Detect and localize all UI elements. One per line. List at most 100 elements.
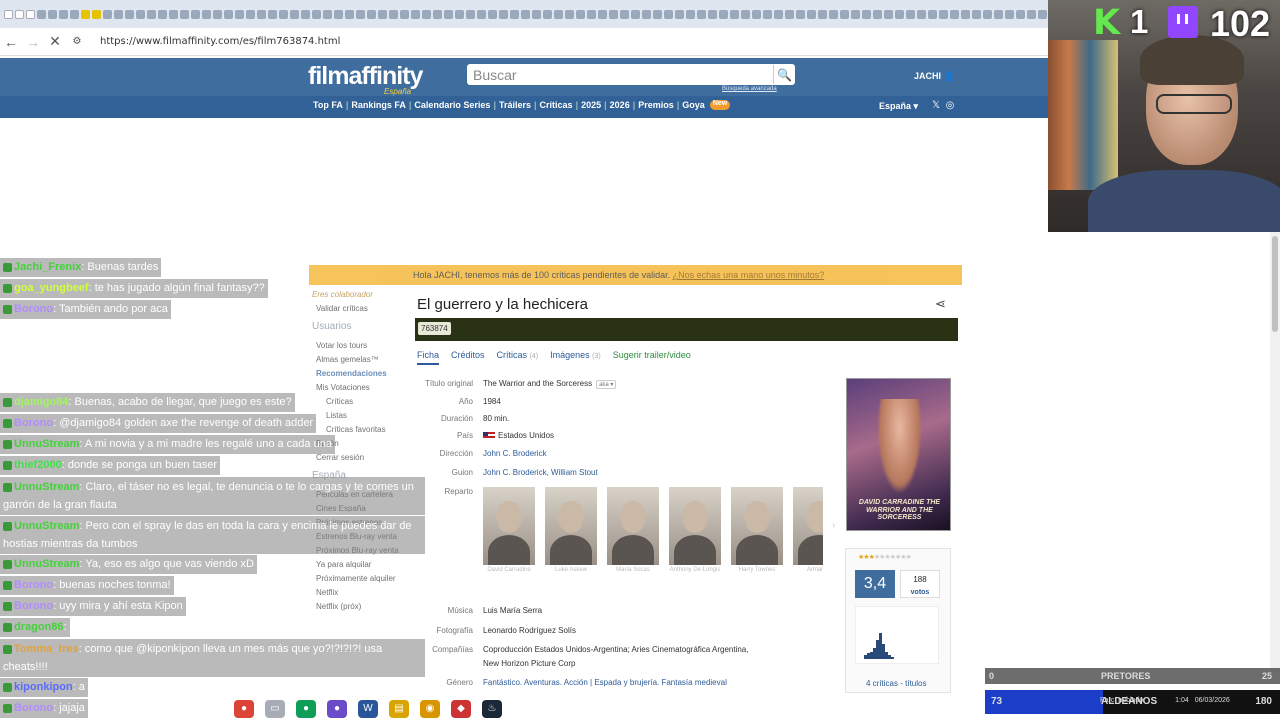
browser-tab-icon[interactable] — [895, 9, 904, 19]
browser-tab-icon[interactable] — [345, 9, 354, 19]
browser-tab-icon[interactable] — [499, 9, 508, 19]
instagram-icon[interactable]: ◎ — [946, 100, 955, 111]
nav-item[interactable]: Rankings FA — [348, 100, 409, 110]
user-menu[interactable]: JACHI 👤 — [914, 71, 955, 82]
chat-username[interactable]: Borono — [14, 600, 53, 612]
browser-tab-icon[interactable] — [367, 9, 376, 19]
browser-tab-icon[interactable] — [796, 9, 805, 19]
cast-member[interactable]: Armando — [793, 487, 823, 592]
chat-username[interactable]: Borono — [14, 702, 53, 714]
browser-tab-icon[interactable] — [356, 9, 365, 19]
browser-tab-icon[interactable] — [730, 9, 739, 19]
browser-tab-icon[interactable] — [807, 9, 816, 19]
browser-tab-icon[interactable] — [290, 9, 299, 19]
browser-tab-icon[interactable] — [609, 9, 618, 19]
app-icon[interactable]: ● — [327, 699, 347, 718]
aka-dropdown[interactable]: aka ▾ — [596, 380, 617, 389]
browser-tab-icon[interactable] — [323, 9, 332, 19]
site-info-icon[interactable]: ⚙ — [66, 36, 88, 47]
browser-tab-icon[interactable] — [741, 9, 750, 19]
browser-tab-icon[interactable] — [598, 9, 607, 19]
browser-tab-icon[interactable] — [928, 9, 937, 19]
browser-tab-icon[interactable] — [444, 9, 453, 19]
nav-item[interactable]: 2025 — [578, 100, 604, 110]
nav-item[interactable]: Tráilers — [496, 100, 534, 110]
browser-tab-icon[interactable] — [455, 9, 464, 19]
nav-item[interactable]: Calendario Series — [411, 100, 493, 110]
cast-member[interactable]: María Socas — [607, 487, 659, 592]
browser-tab-icon[interactable] — [961, 9, 970, 19]
browser-tab-icon[interactable] — [917, 9, 926, 19]
browser-tab-icon[interactable] — [180, 9, 189, 19]
forward-icon[interactable]: → — [22, 34, 44, 50]
cast-member[interactable]: David Carradine — [483, 487, 535, 592]
browser-tab-icon[interactable] — [521, 9, 530, 19]
browser-tab-icon[interactable] — [686, 9, 695, 19]
advanced-search-link[interactable]: Búsqueda avanzada — [722, 86, 777, 92]
share-icon[interactable]: ⋖ — [935, 296, 946, 312]
search-icon[interactable]: 🔍 — [773, 65, 795, 84]
browser-tab-icon[interactable] — [158, 9, 167, 19]
browser-tab-icon[interactable] — [477, 9, 486, 19]
film-tab[interactable]: Críticas (4) — [497, 350, 539, 365]
browser-tab-icon[interactable] — [697, 9, 706, 19]
url-text[interactable]: https://www.filmaffinity.com/es/film7638… — [100, 36, 340, 47]
browser-tab-icon[interactable] — [70, 9, 79, 19]
region-select[interactable]: España ▾ — [879, 101, 918, 112]
browser-tab-icon[interactable] — [543, 9, 552, 19]
chat-username[interactable]: kiponkipon — [14, 681, 73, 693]
back-icon[interactable]: ← — [0, 34, 22, 50]
browser-tab-icon[interactable] — [664, 9, 673, 19]
x-icon[interactable]: 𝕏 — [932, 100, 940, 111]
browser-tab-icon[interactable] — [202, 9, 211, 19]
scrollbar-thumb[interactable] — [1272, 236, 1278, 332]
browser-tab-icon[interactable] — [466, 9, 475, 19]
browser-tab-icon[interactable] — [554, 9, 563, 19]
browser-tab-icon[interactable] — [829, 9, 838, 19]
cast-member[interactable]: Luke Askew — [545, 487, 597, 592]
nav-item[interactable]: Críticas — [537, 100, 576, 110]
chat-username[interactable]: goa_yungbeef — [14, 282, 89, 294]
word-icon[interactable]: W — [358, 699, 378, 718]
nav-item[interactable]: Top FA — [310, 100, 346, 110]
browser-tab-icon[interactable] — [1038, 9, 1047, 19]
browser-tab-icon[interactable] — [565, 9, 574, 19]
browser-tab-icon[interactable] — [169, 9, 178, 19]
photography[interactable]: Leonardo Rodríguez Solís — [483, 626, 576, 635]
browser-tab-icon[interactable] — [26, 9, 35, 19]
chat-username[interactable]: UnnuStream — [14, 438, 79, 450]
browser-tab-icon[interactable] — [268, 9, 277, 19]
browser-tab-icon[interactable] — [59, 9, 68, 19]
browser-tab-icon[interactable] — [246, 9, 255, 19]
browser-tab-icon[interactable] — [983, 9, 992, 19]
browser-tab-icon[interactable] — [719, 9, 728, 19]
folder-icon[interactable]: ▭ — [265, 699, 285, 718]
script[interactable]: John C. Broderick, William Stout — [483, 468, 598, 477]
browser-tab-icon[interactable] — [15, 9, 24, 19]
notice-link[interactable]: ¿Nos echas una mano unos minutos? — [673, 270, 825, 280]
browser-tab-icon[interactable] — [1016, 9, 1025, 19]
browser-tab-icon[interactable] — [125, 9, 134, 19]
browser-tab-icon[interactable] — [136, 9, 145, 19]
steam-icon[interactable]: ♨ — [482, 699, 502, 718]
chat-username[interactable]: Borono — [14, 579, 53, 591]
browser-tab-icon[interactable] — [587, 9, 596, 19]
browser-tab-icon[interactable] — [1005, 9, 1014, 19]
browser-tab-icon[interactable] — [818, 9, 827, 19]
browser-tab-icon[interactable] — [378, 9, 387, 19]
nav-item[interactable]: Goya — [679, 100, 708, 110]
browser-tab-icon[interactable] — [301, 9, 310, 19]
browser-tab-icon[interactable] — [972, 9, 981, 19]
chat-username[interactable]: dragon86 — [14, 621, 64, 633]
browser-tab-icon[interactable] — [994, 9, 1003, 19]
nav-item[interactable]: 2026 — [607, 100, 633, 110]
browser-tab-icon[interactable] — [873, 9, 882, 19]
search-input[interactable]: Buscar — [467, 67, 773, 83]
browser-tab-icon[interactable] — [763, 9, 772, 19]
browser-tab-icon[interactable] — [675, 9, 684, 19]
music[interactable]: Luis María Serra — [483, 606, 542, 615]
emulator-icon[interactable]: ◆ — [451, 699, 471, 718]
chat-username[interactable]: Borono — [14, 303, 53, 315]
browser-tab-icon[interactable] — [510, 9, 519, 19]
critics-count[interactable]: 4 críticas - títulos — [866, 679, 926, 688]
